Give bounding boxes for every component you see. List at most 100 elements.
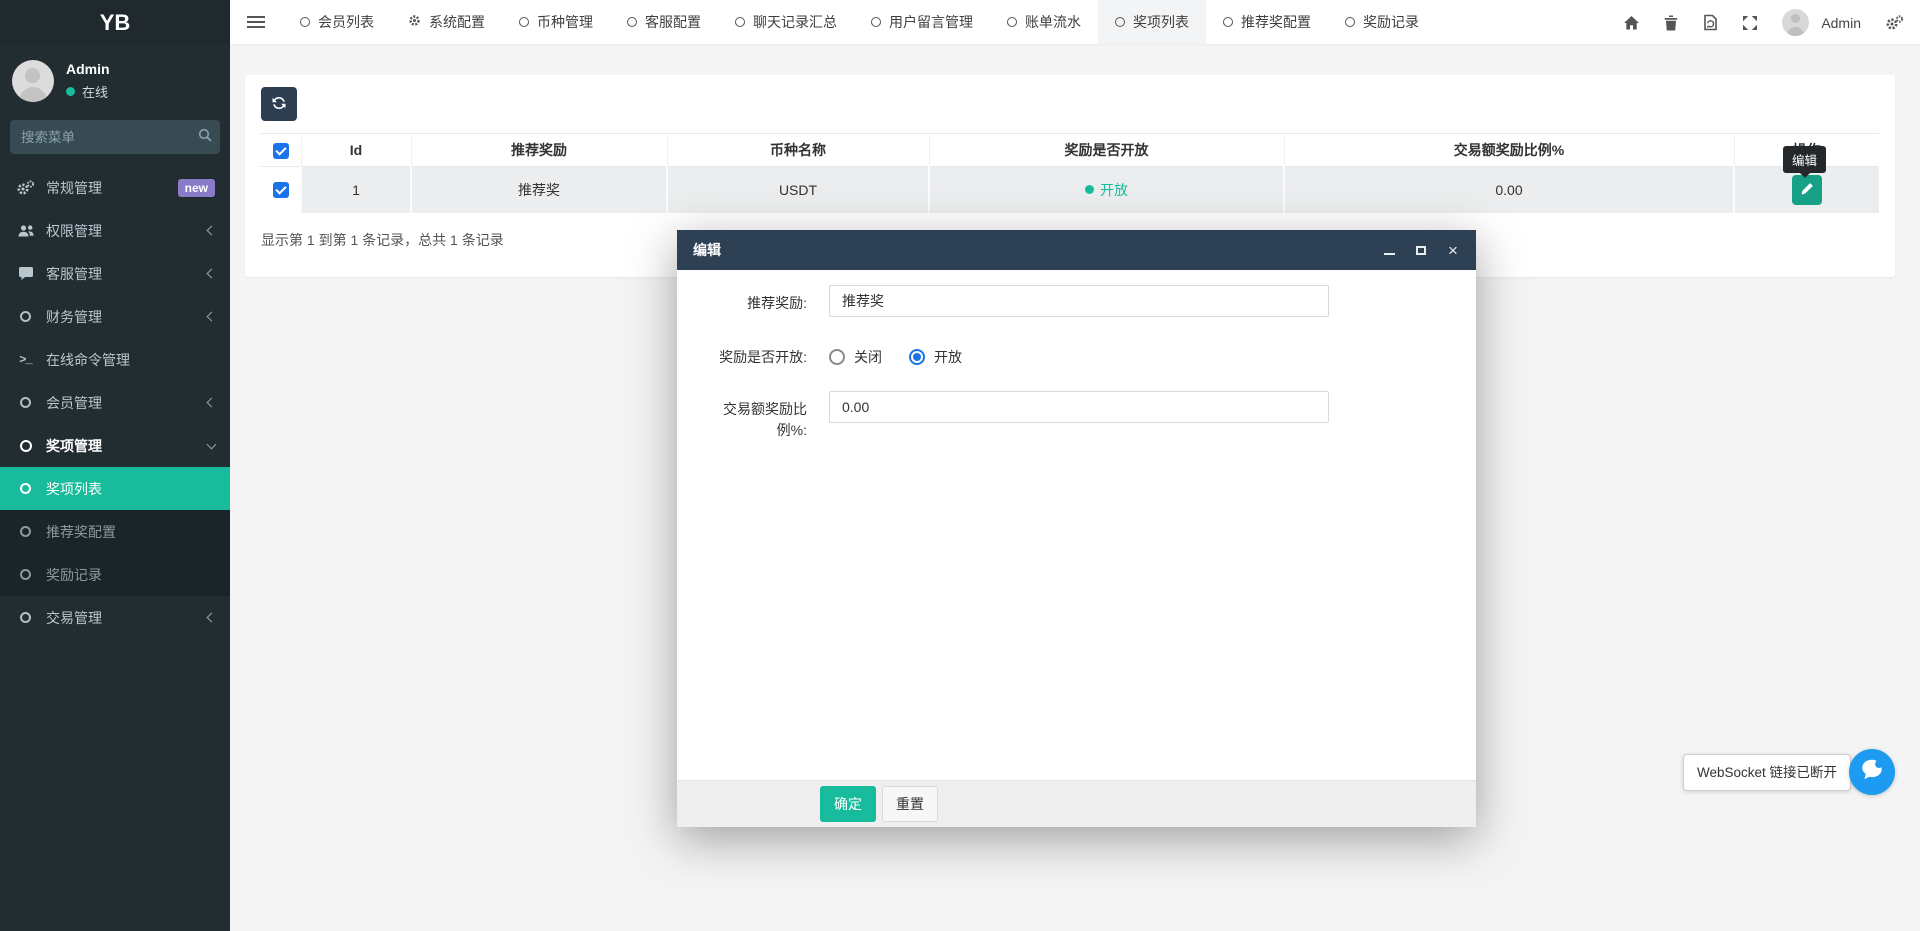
status-badge: 开放 <box>1085 180 1128 200</box>
column-header-reward[interactable]: 推荐奖励 <box>411 134 667 167</box>
sidebar-item-award-list[interactable]: 奖项列表 <box>0 467 230 510</box>
app-logo[interactable]: YB <box>0 0 230 45</box>
chevron-left-icon <box>207 312 217 322</box>
tab-coin-mgmt[interactable]: 币种管理 <box>502 0 610 44</box>
sidebar-item-referral-config[interactable]: 推荐奖配置 <box>0 510 230 553</box>
column-header-coin[interactable]: 币种名称 <box>667 134 929 167</box>
gear-icon <box>408 14 421 30</box>
chevron-left-icon <box>207 398 217 408</box>
sidebar-item-label: 交易管理 <box>46 608 102 628</box>
modal-body: 推荐奖励: 奖励是否开放: 关闭 开放 交易额奖励比例%: <box>677 285 1476 442</box>
circle-icon <box>15 311 36 322</box>
circle-icon <box>1115 17 1125 27</box>
column-header-ratio[interactable]: 交易额奖励比例% <box>1284 134 1734 167</box>
sidebar-item-label: 客服管理 <box>46 264 102 284</box>
circle-icon <box>15 526 36 537</box>
radio-open-label[interactable]: 开放 <box>934 347 962 367</box>
tab-label: 推荐奖配置 <box>1241 12 1311 32</box>
online-dot-icon <box>66 87 75 96</box>
status-label: 开放 <box>1100 180 1128 200</box>
refresh-button[interactable] <box>261 87 297 121</box>
avatar <box>12 60 54 102</box>
hamburger-menu-icon[interactable] <box>247 13 265 31</box>
radio-close[interactable] <box>829 349 845 365</box>
tab-reward-records[interactable]: 奖励记录 <box>1328 0 1436 44</box>
circle-icon <box>1345 17 1355 27</box>
tab-label: 聊天记录汇总 <box>753 12 837 32</box>
tab-label: 用户留言管理 <box>889 12 973 32</box>
chat-bubble-icon <box>1858 756 1886 789</box>
tab-award-list[interactable]: 奖项列表 <box>1098 0 1206 44</box>
terminal-icon: >_ <box>15 353 36 367</box>
sidebar-item-trade-mgmt[interactable]: 交易管理 <box>0 596 230 639</box>
user-status-label: 在线 <box>82 82 108 101</box>
cell-ratio: 0.00 <box>1284 167 1734 213</box>
sidebar-menu: 常规管理 new 权限管理 客服管理 财务管理 >_ 在线命令管理 <box>0 166 230 639</box>
sidebar-item-finance-mgmt[interactable]: 财务管理 <box>0 295 230 338</box>
modal-header[interactable]: 编辑 × <box>677 230 1476 270</box>
status-dot-icon <box>1085 185 1094 194</box>
chat-widget-button[interactable] <box>1849 749 1895 795</box>
cell-reward-name: 推荐奖 <box>411 167 667 213</box>
clear-cache-icon[interactable] <box>1702 14 1718 31</box>
tab-chat-summary[interactable]: 聊天记录汇总 <box>718 0 854 44</box>
column-header-id[interactable]: Id <box>301 134 411 167</box>
sidebar-item-label: 奖项列表 <box>46 479 102 499</box>
sidebar-submenu-award: 奖项列表 推荐奖配置 奖励记录 <box>0 467 230 596</box>
award-table: Id 推荐奖励 币种名称 奖励是否开放 交易额奖励比例% 操作 1 推荐奖 US… <box>261 133 1879 213</box>
search-input[interactable] <box>21 130 198 145</box>
top-navbar: 会员列表 系统配置 币种管理 客服配置 聊天记录汇总 用户留言管理 账单流水 <box>230 0 1920 45</box>
row-checkbox[interactable] <box>273 182 289 198</box>
tab-bill-flow[interactable]: 账单流水 <box>990 0 1098 44</box>
search-icon <box>198 128 212 147</box>
fullscreen-icon[interactable] <box>1742 15 1758 31</box>
circle-icon <box>1223 17 1233 27</box>
navbar-avatar[interactable] <box>1782 9 1809 36</box>
user-status: 在线 <box>66 82 110 101</box>
tab-referral-config[interactable]: 推荐奖配置 <box>1206 0 1328 44</box>
trade-ratio-input[interactable] <box>829 391 1329 423</box>
edit-tooltip: 编辑 <box>1783 146 1826 173</box>
reward-open-radio-group: 关闭 开放 <box>829 339 962 367</box>
circle-icon <box>15 612 36 623</box>
tab-label: 奖项列表 <box>1133 12 1189 32</box>
close-icon[interactable]: × <box>1446 243 1460 257</box>
select-all-checkbox[interactable] <box>273 143 289 159</box>
navbar-username[interactable]: Admin <box>1821 15 1861 31</box>
radio-close-label[interactable]: 关闭 <box>854 347 882 367</box>
tab-bar: 会员列表 系统配置 币种管理 客服配置 聊天记录汇总 用户留言管理 账单流水 <box>283 0 1436 44</box>
sidebar-item-support-mgmt[interactable]: 客服管理 <box>0 252 230 295</box>
sidebar-item-award-mgmt[interactable]: 奖项管理 <box>0 424 230 467</box>
reward-open-label: 奖励是否开放: <box>677 339 807 369</box>
sidebar-item-online-command[interactable]: >_ 在线命令管理 <box>0 338 230 381</box>
websocket-status-tooltip: WebSocket 链接已断开 <box>1683 754 1851 791</box>
minimize-icon[interactable] <box>1382 243 1396 257</box>
sidebar-item-permission-mgmt[interactable]: 权限管理 <box>0 209 230 252</box>
sidebar-item-general-mgmt[interactable]: 常规管理 new <box>0 166 230 209</box>
sidebar-item-reward-records[interactable]: 奖励记录 <box>0 553 230 596</box>
confirm-button[interactable]: 确定 <box>820 786 876 822</box>
circle-icon <box>627 17 637 27</box>
home-icon[interactable] <box>1623 15 1640 31</box>
settings-gears-icon[interactable] <box>1885 15 1904 31</box>
sidebar-item-label: 奖励记录 <box>46 565 102 585</box>
user-panel: Admin 在线 <box>0 45 230 112</box>
reset-button[interactable]: 重置 <box>882 786 938 822</box>
chevron-left-icon <box>207 226 217 236</box>
maximize-icon[interactable] <box>1414 243 1428 257</box>
trash-icon[interactable] <box>1664 15 1678 31</box>
new-badge: new <box>178 179 215 197</box>
tab-label: 币种管理 <box>537 12 593 32</box>
reward-name-input[interactable] <box>829 285 1329 317</box>
circle-icon <box>15 569 36 580</box>
radio-open[interactable] <box>909 349 925 365</box>
column-header-status[interactable]: 奖励是否开放 <box>929 134 1284 167</box>
tab-member-list[interactable]: 会员列表 <box>283 0 391 44</box>
modal-footer: 确定 重置 <box>677 780 1476 827</box>
tab-support-config[interactable]: 客服配置 <box>610 0 718 44</box>
sidebar-item-member-mgmt[interactable]: 会员管理 <box>0 381 230 424</box>
circle-icon <box>15 483 36 494</box>
tab-user-message-mgmt[interactable]: 用户留言管理 <box>854 0 990 44</box>
chevron-left-icon <box>207 613 217 623</box>
tab-system-config[interactable]: 系统配置 <box>391 0 502 44</box>
